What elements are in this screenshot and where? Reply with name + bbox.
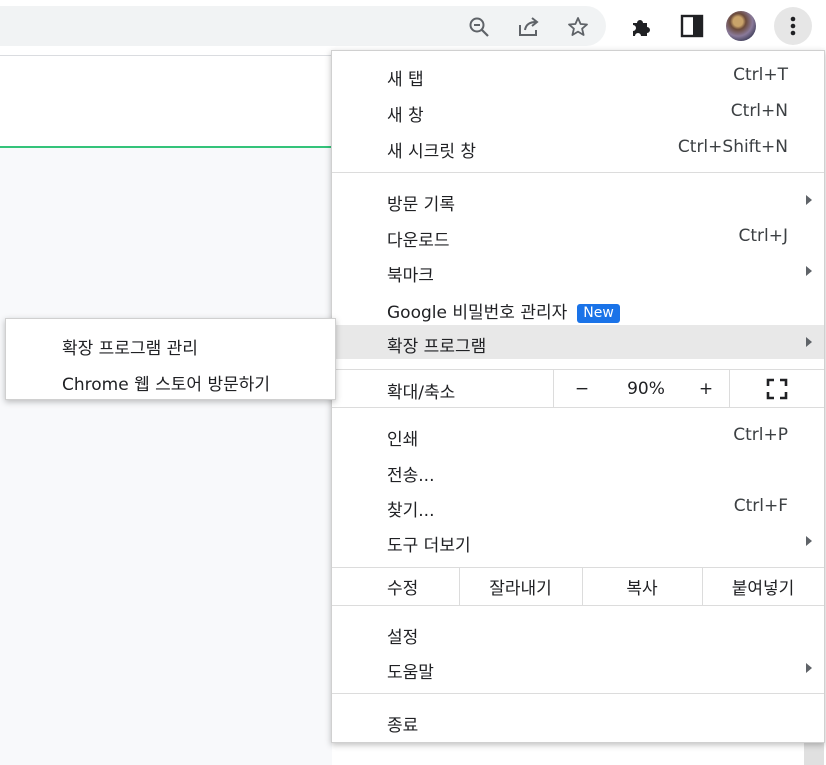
menu-item-help[interactable]: 도움말 <box>332 651 824 685</box>
menu-item-label: 방문 기록 <box>387 195 455 215</box>
menu-item-downloads[interactable]: 다운로드 Ctrl+J <box>332 219 824 253</box>
shortcut-text: Ctrl+Shift+N <box>677 137 788 157</box>
menu-item-label: 종료 <box>387 716 419 736</box>
new-badge: New <box>577 304 620 323</box>
menu-item-password-manager[interactable]: Google 비밀번호 관리자 New <box>332 291 824 325</box>
shortcut-text: Ctrl+T <box>733 65 788 85</box>
menu-item-label: Google 비밀번호 관리자 New <box>387 298 620 323</box>
menu-item-label: 인쇄 <box>387 430 419 450</box>
submenu-arrow-icon <box>806 663 812 673</box>
menu-item-cast[interactable]: 전송... <box>332 454 824 488</box>
share-icon[interactable] <box>517 16 539 36</box>
menu-item-label: 도움말 <box>387 663 434 683</box>
menu-item-more-tools[interactable]: 도구 더보기 <box>332 524 824 558</box>
zoom-label: 확대/축소 <box>387 383 456 403</box>
profile-avatar[interactable] <box>726 11 756 41</box>
copy-button[interactable]: 복사 <box>582 568 702 605</box>
cut-button[interactable]: 잘라내기 <box>459 568 582 605</box>
submenu-item-web-store[interactable]: Chrome 웹 스토어 방문하기 <box>62 370 270 395</box>
menu-separator <box>332 605 824 606</box>
menu-separator <box>332 693 824 694</box>
menu-item-label: 다운로드 <box>387 231 450 251</box>
bookmark-star-icon[interactable] <box>567 16 588 36</box>
menu-item-print[interactable]: 인쇄 Ctrl+P <box>332 418 824 452</box>
menu-item-label: 북마크 <box>387 266 434 286</box>
menu-item-settings[interactable]: 설정 <box>332 616 824 650</box>
menu-item-label: 새 시크릿 창 <box>387 142 477 162</box>
paste-button[interactable]: 붙여넣기 <box>702 568 824 605</box>
menu-item-label: 새 창 <box>387 106 424 126</box>
more-menu-icon[interactable] <box>774 7 812 45</box>
submenu-arrow-icon <box>806 195 812 205</box>
menu-item-new-tab[interactable]: 새 탭 Ctrl+T <box>332 58 824 92</box>
page-divider <box>0 55 332 56</box>
page-content-area <box>0 148 332 765</box>
menu-item-label: 찾기... <box>387 501 435 521</box>
extensions-submenu: 확장 프로그램 관리 Chrome 웹 스토어 방문하기 <box>5 318 336 400</box>
menu-item-extensions[interactable]: 확장 프로그램 <box>332 325 824 359</box>
menu-item-label: 확장 프로그램 <box>387 337 487 357</box>
menu-item-new-window[interactable]: 새 창 Ctrl+N <box>332 94 824 128</box>
zoom-level-value: 90% <box>627 378 665 399</box>
shortcut-text: Ctrl+P <box>733 425 788 445</box>
edit-label: 수정 <box>387 579 419 599</box>
zoom-out-button[interactable]: − <box>553 370 611 407</box>
submenu-item-manage-extensions[interactable]: 확장 프로그램 관리 <box>62 334 198 359</box>
edit-row: 수정 잘라내기 복사 붙여넣기 <box>332 568 824 605</box>
zoom-in-button[interactable]: + <box>681 370 731 407</box>
fullscreen-icon <box>766 378 788 399</box>
fullscreen-button[interactable] <box>730 370 824 407</box>
shortcut-text: Ctrl+F <box>733 496 788 516</box>
side-panel-icon[interactable] <box>678 12 706 40</box>
submenu-arrow-icon <box>806 337 812 347</box>
submenu-arrow-icon <box>806 536 812 546</box>
submenu-arrow-icon <box>806 266 812 276</box>
password-manager-label: Google 비밀번호 관리자 <box>387 303 568 323</box>
shortcut-text: Ctrl+J <box>738 226 788 246</box>
menu-separator <box>332 407 824 408</box>
menu-item-exit[interactable]: 종료 <box>332 704 824 738</box>
menu-item-label: 새 탭 <box>387 70 424 90</box>
menu-item-find[interactable]: 찾기... Ctrl+F <box>332 489 824 523</box>
address-bar[interactable] <box>0 6 606 46</box>
menu-item-new-incognito[interactable]: 새 시크릿 창 Ctrl+Shift+N <box>332 130 824 164</box>
zoom-icon[interactable] <box>468 16 489 37</box>
menu-item-label: 전송... <box>387 466 435 486</box>
zoom-row: 확대/축소 − 90% + <box>332 370 824 407</box>
menu-item-label: 설정 <box>387 628 419 648</box>
scrollbar[interactable] <box>804 742 824 765</box>
menu-item-history[interactable]: 방문 기록 <box>332 183 824 217</box>
shortcut-text: Ctrl+N <box>730 101 788 121</box>
chrome-main-menu: 새 탭 Ctrl+T 새 창 Ctrl+N 새 시크릿 창 Ctrl+Shift… <box>331 50 825 743</box>
browser-toolbar <box>0 0 826 52</box>
menu-item-bookmarks[interactable]: 북마크 <box>332 254 824 288</box>
extensions-puzzle-icon[interactable] <box>628 12 656 40</box>
menu-separator <box>332 172 824 173</box>
menu-item-label: 도구 더보기 <box>387 536 471 556</box>
